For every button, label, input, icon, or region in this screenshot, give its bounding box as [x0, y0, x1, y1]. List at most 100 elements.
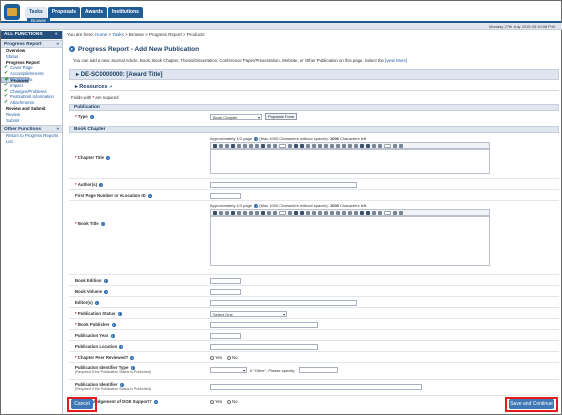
sidebar-item-list[interactable]: List	[1, 139, 62, 145]
peer-reviewed-no-radio[interactable]: No	[227, 355, 238, 360]
acknowledgement-no-radio[interactable]: No	[227, 399, 238, 404]
book-publisher-input[interactable]	[210, 322, 318, 328]
toolbar-button-icon[interactable]	[318, 143, 322, 148]
sidebar-item-submit[interactable]: Submit	[1, 118, 62, 124]
collapse-icon[interactable]: «	[55, 31, 58, 39]
toolbar-button-icon[interactable]	[330, 143, 334, 148]
populate-form-button[interactable]: Populate Form	[265, 113, 298, 120]
tab-awards[interactable]: Awards	[81, 7, 107, 18]
toolbar-button-icon[interactable]	[219, 210, 223, 215]
toolbar-button-icon[interactable]	[237, 143, 241, 148]
publication-status-select[interactable]: Select One ▾	[210, 311, 287, 317]
book-title-toolbar[interactable]	[210, 209, 490, 216]
toolbar-button-icon[interactable]	[294, 210, 298, 215]
toolbar-button-icon[interactable]	[219, 143, 223, 148]
book-edition-input[interactable]	[210, 278, 241, 284]
sidebar-section-other-functions[interactable]: Other Functions»	[1, 125, 62, 134]
publication-location-input[interactable]	[210, 344, 318, 350]
toolbar-button-icon[interactable]	[231, 210, 235, 215]
toolbar-button-icon[interactable]	[261, 143, 265, 148]
toolbar-button-icon[interactable]	[354, 143, 358, 148]
toolbar-button-icon[interactable]	[288, 210, 292, 215]
tab-tasks[interactable]: Tasks	[25, 7, 47, 18]
info-icon[interactable]: i	[106, 155, 111, 160]
toolbar-button-icon[interactable]	[261, 210, 265, 215]
toolbar-button-icon[interactable]	[255, 210, 259, 215]
toolbar-button-icon[interactable]	[243, 210, 247, 215]
toolbar-button-icon[interactable]	[213, 210, 217, 215]
toolbar-button-icon[interactable]	[348, 143, 352, 148]
acknowledgement-yes-radio[interactable]: Yes	[210, 399, 222, 404]
toolbar-button-icon[interactable]	[273, 143, 277, 148]
toolbar-button-icon[interactable]	[294, 143, 298, 148]
info-icon[interactable]: i	[147, 193, 152, 198]
tab-institutions[interactable]: Institutions	[107, 7, 143, 18]
toolbar-button-icon[interactable]	[312, 143, 316, 148]
info-icon[interactable]: i	[153, 399, 158, 404]
identifier-input[interactable]	[210, 384, 422, 390]
toolbar-button-icon[interactable]	[399, 210, 403, 215]
info-icon[interactable]: i	[111, 322, 116, 327]
toolbar-button-icon[interactable]	[249, 210, 253, 215]
view-more-link[interactable]: [view More]	[385, 58, 407, 63]
toolbar-button-icon[interactable]	[249, 143, 253, 148]
type-select[interactable]: Book Chapter ▾	[210, 114, 262, 120]
toolbar-button-icon[interactable]	[384, 210, 391, 215]
info-icon[interactable]: i	[117, 311, 122, 316]
info-icon[interactable]: i	[89, 114, 94, 119]
toolbar-button-icon[interactable]	[318, 210, 322, 215]
award-header[interactable]: ▸ DE-SC0000000: [Award Title]	[69, 69, 559, 80]
toolbar-button-icon[interactable]	[243, 143, 247, 148]
toolbar-button-icon[interactable]	[366, 143, 370, 148]
toolbar-button-icon[interactable]	[336, 210, 340, 215]
toolbar-button-icon[interactable]	[288, 143, 292, 148]
info-icon[interactable]: i	[254, 136, 259, 141]
tab-proposals[interactable]: Proposals	[47, 7, 80, 18]
chapter-title-toolbar[interactable]	[210, 142, 490, 149]
toolbar-button-icon[interactable]	[372, 143, 376, 148]
toolbar-button-icon[interactable]	[255, 143, 259, 148]
info-icon[interactable]: i	[103, 278, 108, 283]
toolbar-button-icon[interactable]	[360, 143, 364, 148]
info-icon[interactable]: i	[130, 355, 135, 360]
info-icon[interactable]: i	[254, 203, 259, 208]
toolbar-button-icon[interactable]	[378, 210, 382, 215]
toolbar-button-icon[interactable]	[225, 143, 229, 148]
toolbar-button-icon[interactable]	[231, 143, 235, 148]
resources-section[interactable]: ▸ Resources ↗	[69, 82, 559, 91]
toolbar-button-icon[interactable]	[324, 210, 328, 215]
toolbar-button-icon[interactable]	[273, 210, 277, 215]
toolbar-button-icon[interactable]	[330, 210, 334, 215]
editors-input[interactable]	[210, 300, 357, 306]
toolbar-button-icon[interactable]	[399, 143, 403, 148]
toolbar-button-icon[interactable]	[300, 210, 304, 215]
info-icon[interactable]: i	[104, 289, 109, 294]
info-icon[interactable]: i	[110, 333, 115, 338]
toolbar-button-icon[interactable]	[225, 210, 229, 215]
sidebar-section-progress-report[interactable]: Progress Report»	[1, 40, 62, 48]
toolbar-button-icon[interactable]	[312, 210, 316, 215]
cancel-button[interactable]: Cancel	[71, 399, 93, 409]
toolbar-button-icon[interactable]	[279, 143, 286, 148]
toolbar-button-icon[interactable]	[336, 143, 340, 148]
toolbar-button-icon[interactable]	[378, 143, 382, 148]
toolbar-button-icon[interactable]	[384, 143, 391, 148]
info-icon[interactable]: i	[119, 344, 124, 349]
first-page-input[interactable]	[210, 193, 241, 199]
toolbar-button-icon[interactable]	[213, 143, 217, 148]
toolbar-button-icon[interactable]	[267, 210, 271, 215]
toolbar-button-icon[interactable]	[393, 210, 397, 215]
info-icon[interactable]: i	[99, 182, 104, 187]
toolbar-button-icon[interactable]	[393, 143, 397, 148]
toolbar-button-icon[interactable]	[279, 210, 286, 215]
toolbar-button-icon[interactable]	[306, 143, 310, 148]
toolbar-button-icon[interactable]	[324, 143, 328, 148]
toolbar-button-icon[interactable]	[342, 143, 346, 148]
info-icon[interactable]: i	[94, 300, 99, 305]
book-volume-input[interactable]	[210, 289, 241, 295]
book-title-editor[interactable]	[210, 216, 490, 266]
toolbar-button-icon[interactable]	[372, 210, 376, 215]
toolbar-button-icon[interactable]	[300, 143, 304, 148]
chapter-title-editor[interactable]	[210, 149, 490, 174]
toolbar-button-icon[interactable]	[306, 210, 310, 215]
